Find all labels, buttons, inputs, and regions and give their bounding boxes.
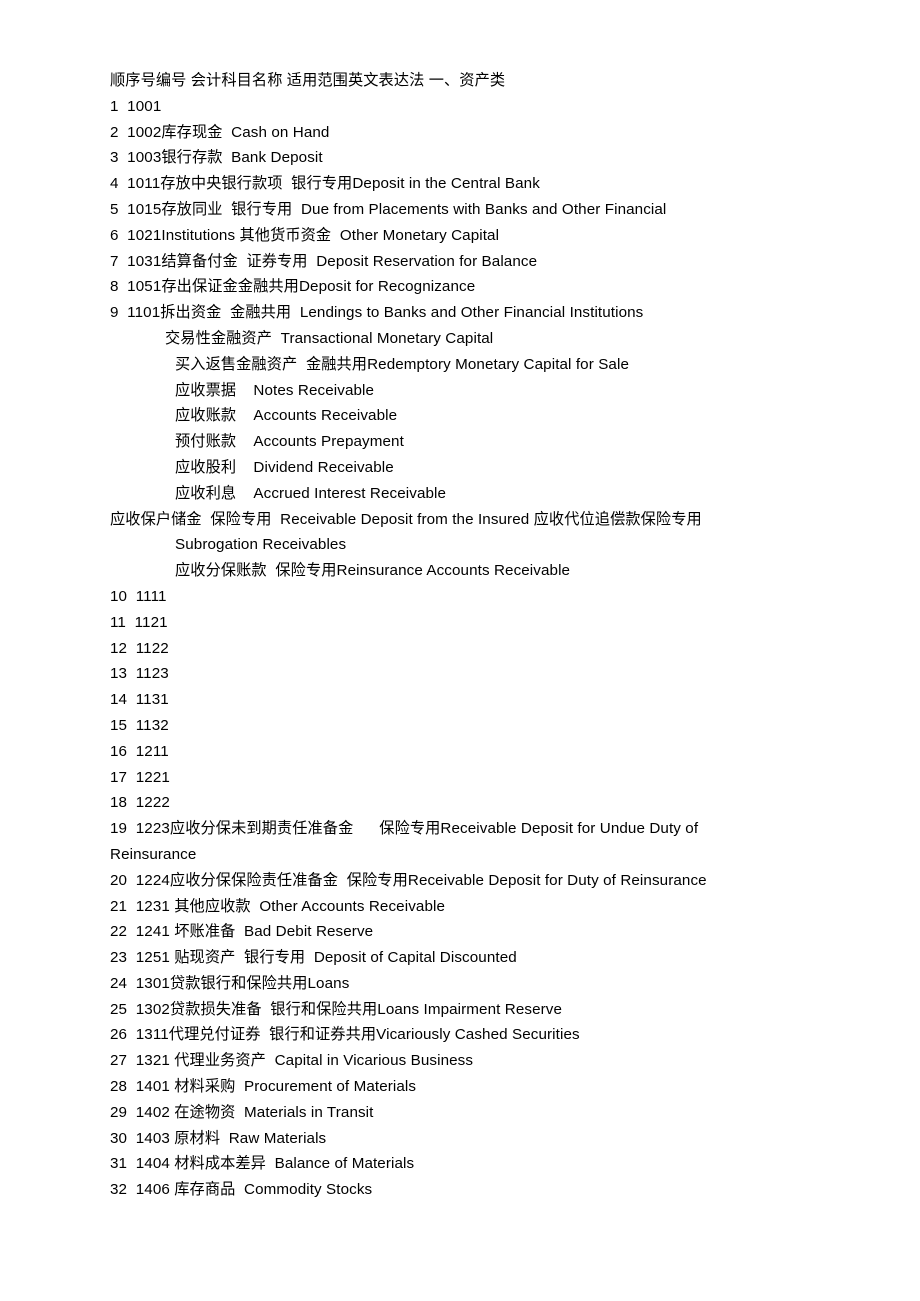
account-subject-row: 9 1101拆出资金 金融共用 Lendings to Banks and Ot… xyxy=(110,304,644,322)
account-subject-row: 交易性金融资产 Transactional Monetary Capital xyxy=(165,329,494,347)
account-subject-row: 应收保户储金 保险专用 Receivable Deposit from the … xyxy=(110,510,702,554)
account-subject-row: 11 1121 xyxy=(110,613,168,631)
account-subject-row: 25 1302贷款损失准备 银行和保险共用Loans Impairment Re… xyxy=(110,1000,563,1018)
account-subject-row: 5 1015存放同业 银行专用 Due from Placements with… xyxy=(110,200,667,218)
account-subject-row: 3 1003银行存款 Bank Deposit xyxy=(110,149,323,167)
account-subject-row: 1 1001 xyxy=(110,97,162,115)
account-subject-row: 12 1122 xyxy=(110,639,169,657)
account-subject-row: 18 1222 xyxy=(110,794,170,812)
account-subject-row: 应收利息 Accrued Interest Receivable xyxy=(175,484,447,502)
account-subject-row: 8 1051存出保证金金融共用Deposit for Recognizance xyxy=(110,278,476,296)
account-subject-row: 28 1401 材料采购 Procurement of Materials xyxy=(110,1078,417,1096)
account-subject-list: 1 1001 2 1002库存现金 Cash on Hand 3 1003银行存款 … xyxy=(110,94,770,1203)
account-subject-row: 10 1111 xyxy=(110,587,167,605)
account-subject-row: 23 1251 贴现资产 银行专用 Deposit of Capital Dis… xyxy=(110,949,517,967)
document-header-line: 顺序号编号 会计科目名称 适用范围英文表达法 一、资产类 xyxy=(110,72,506,89)
account-subject-row: 买入返售金融资产 金融共用Redemptory Monetary Capital… xyxy=(175,355,629,373)
account-subject-row: 20 1224应收分保保险责任准备金 保险专用Receivable Deposi… xyxy=(110,871,707,889)
account-subject-row: 预付账款 Accounts Prepayment xyxy=(175,433,404,451)
account-subject-row: 2 1002库存现金 Cash on Hand xyxy=(110,123,330,141)
account-subject-row: 应收股利 Dividend Receivable xyxy=(175,458,394,476)
account-subject-row: 应收票据 Notes Receivable xyxy=(175,381,375,399)
account-subject-row: 应收账款 Accounts Receivable xyxy=(175,407,398,425)
account-subject-row: 13 1123 xyxy=(110,665,169,683)
document-page: 顺序号编号 会计科目名称 适用范围英文表达法 一、资产类 1 1001 2 100… xyxy=(0,0,920,1301)
document-body: 顺序号编号 会计科目名称 适用范围英文表达法 一、资产类 1 1001 2 100… xyxy=(110,68,770,1203)
account-subject-row: 30 1403 原材料 Raw Materials xyxy=(110,1129,327,1147)
account-subject-row: 16 1211 xyxy=(110,742,169,760)
account-subject-row: 17 1221 xyxy=(110,768,170,786)
account-subject-row: 14 1131 xyxy=(110,691,169,709)
account-subject-row: 19 1223应收分保未到期责任准备金 保险专用Receivable Depos… xyxy=(110,820,703,863)
account-subject-row: 应收分保账款 保险专用Reinsurance Accounts Receivab… xyxy=(175,562,571,580)
account-subject-row: 21 1231 其他应收款 Other Accounts Receivable xyxy=(110,897,446,915)
account-subject-row: 31 1404 材料成本差异 Balance of Materials xyxy=(110,1155,415,1173)
account-subject-row: 26 1311代理兑付证券 银行和证券共用Vicariously Cashed … xyxy=(110,1026,580,1044)
account-subject-row: 27 1321 代理业务资产 Capital in Vicarious Busi… xyxy=(110,1052,474,1070)
account-subject-row: 4 1011存放中央银行款项 银行专用Deposit in the Centra… xyxy=(110,175,540,193)
account-subject-row: 29 1402 在途物资 Materials in Transit xyxy=(110,1103,374,1121)
account-subject-row: 24 1301贷款银行和保险共用Loans xyxy=(110,974,350,992)
account-subject-row: 32 1406 库存商品 Commodity Stocks xyxy=(110,1181,373,1199)
account-subject-row: 15 1132 xyxy=(110,716,169,734)
account-subject-row: 7 1031结算备付金 证券专用 Deposit Reservation for… xyxy=(110,252,538,270)
account-subject-row: 6 1021Institutions 其他货币资金 Other Monetary… xyxy=(110,226,500,244)
account-subject-row: 22 1241 坏账准备 Bad Debit Reserve xyxy=(110,923,374,941)
